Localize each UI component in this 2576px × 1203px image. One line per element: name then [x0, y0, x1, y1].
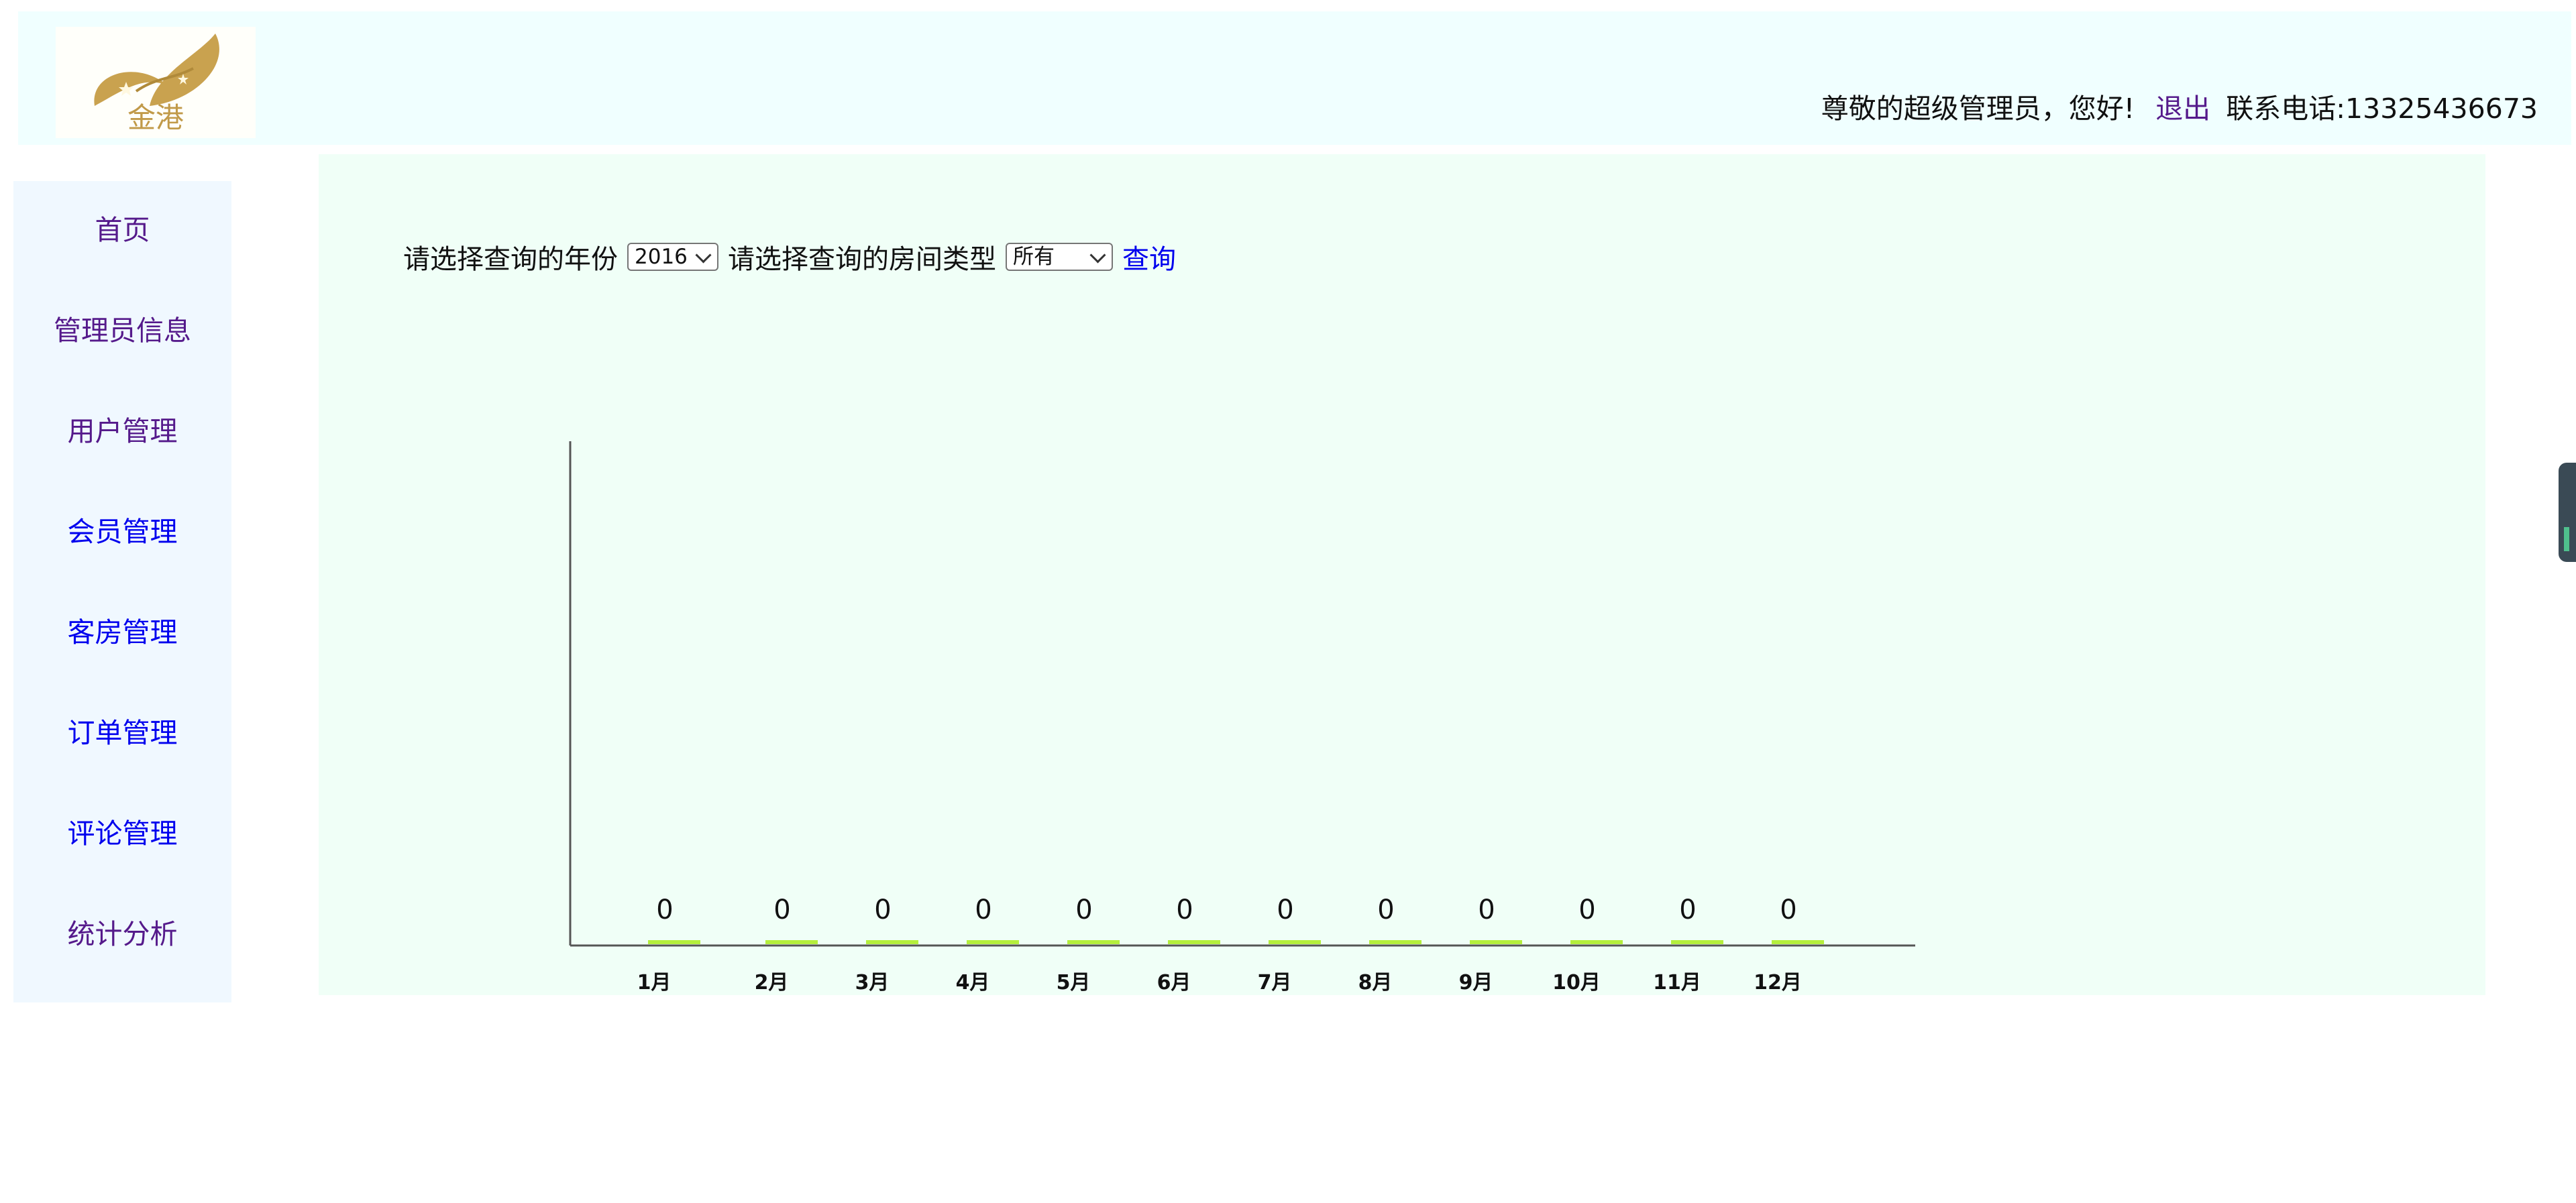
sidebar-item-comment-management[interactable]: 评论管理 — [13, 813, 231, 854]
svg-text:金港: 金港 — [127, 101, 184, 134]
query-bar: 请选择查询的年份 2016 请选择查询的房间类型 所有 查询 — [403, 238, 1176, 276]
bar-value-label: 0 — [1176, 895, 1193, 925]
sidebar-item-user-management[interactable]: 用户管理 — [13, 411, 231, 451]
sidebar: 首页 管理员信息 用户管理 会员管理 客房管理 订单管理 评论管理 统计分析 — [13, 181, 231, 1002]
bar-9 — [1470, 940, 1522, 944]
room-type-select-value: 所有 — [1013, 245, 1055, 269]
logout-link[interactable]: 退出 — [2155, 93, 2210, 125]
bar-5 — [1067, 940, 1120, 944]
x-tick-label: 1月 — [637, 971, 672, 994]
year-select[interactable]: 2016 — [627, 243, 718, 271]
sidebar-item-admin-info[interactable]: 管理员信息 — [13, 310, 231, 351]
sidebar-item-member-management[interactable]: 会员管理 — [13, 512, 231, 552]
x-tick-label: 7月 — [1258, 971, 1292, 994]
bar-6 — [1168, 940, 1220, 944]
contact-phone: 联系电话:13325436673 — [2226, 93, 2538, 125]
sidebar-item-order-management[interactable]: 订单管理 — [13, 713, 231, 753]
x-tick-label: 4月 — [956, 971, 990, 994]
x-tick-label: 9月 — [1459, 971, 1493, 994]
bar-3 — [866, 940, 918, 944]
monthly-bar-chart: 0 1月 0 2月 0 3月 0 4月 0 5月 0 6月 0 7月 0 8月 0 9月 0 10月 0 11月 0 12月 — [569, 441, 1915, 994]
room-type-label: 请选择查询的房间类型 — [728, 244, 996, 275]
bar-11 — [1671, 940, 1723, 944]
logo: 金港 — [56, 27, 256, 138]
bar-value-label: 0 — [1075, 895, 1092, 925]
x-tick-label: 10月 — [1552, 971, 1601, 994]
query-button[interactable]: 查询 — [1122, 237, 1176, 276]
logo-emblem-icon: 金港 — [94, 34, 219, 134]
bar-value-label: 0 — [975, 895, 991, 925]
x-tick-label: 2月 — [755, 971, 789, 994]
sidebar-item-room-management[interactable]: 客房管理 — [13, 612, 231, 652]
bar-7 — [1269, 940, 1321, 944]
bar-value-label: 0 — [1478, 895, 1495, 925]
bar-value-label: 0 — [1780, 895, 1796, 925]
grip-icon — [2564, 527, 2569, 551]
x-tick-label: 8月 — [1358, 971, 1393, 994]
sidebar-item-home[interactable]: 首页 — [13, 210, 231, 250]
sidebar-item-statistics[interactable]: 统计分析 — [13, 914, 231, 954]
bar-4 — [967, 940, 1019, 944]
bar-value-label: 0 — [874, 895, 891, 925]
x-tick-label: 3月 — [855, 971, 890, 994]
year-select-value: 2016 — [635, 245, 688, 269]
x-tick-label: 5月 — [1057, 971, 1091, 994]
x-tick-label: 12月 — [1754, 971, 1802, 994]
greeting-text: 尊敬的超级管理员，您好! — [1821, 93, 2135, 125]
main-panel: 0 1月 0 2月 0 3月 0 4月 0 5月 0 6月 0 7月 0 8月 0 9月 0 10月 0 11月 0 12月 … — [319, 154, 2485, 995]
bar-1 — [648, 940, 700, 944]
bar-12 — [1772, 940, 1824, 944]
room-type-select[interactable]: 所有 — [1006, 243, 1113, 271]
bar-value-label: 0 — [656, 895, 673, 925]
year-label: 请选择查询的年份 — [403, 244, 618, 275]
x-tick-label: 11月 — [1653, 971, 1701, 994]
bar-value-label: 0 — [1377, 895, 1394, 925]
x-tick-label: 6月 — [1157, 971, 1191, 994]
side-drawer-handle[interactable] — [2559, 463, 2576, 562]
bar-value-label: 0 — [1679, 895, 1696, 925]
chevron-down-icon — [695, 247, 712, 264]
bar-8 — [1369, 940, 1421, 944]
bar-value-label: 0 — [1578, 895, 1595, 925]
chevron-down-icon — [1089, 247, 1106, 264]
bar-value-label: 0 — [773, 895, 790, 925]
bar-value-label: 0 — [1277, 895, 1293, 925]
header: 金港 尊敬的超级管理员，您好! 退出 联系电话:13325436673 — [18, 11, 2571, 145]
user-info: 尊敬的超级管理员，您好! 退出 联系电话:13325436673 — [1821, 91, 2538, 126]
bar-2 — [765, 940, 818, 944]
bar-10 — [1570, 940, 1623, 944]
